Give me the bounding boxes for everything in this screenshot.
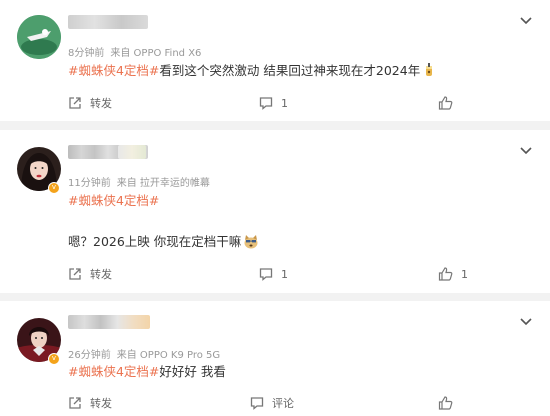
avatar[interactable] (17, 15, 61, 59)
repost-button[interactable]: 转发 (68, 393, 112, 413)
repost-button[interactable]: 转发 (68, 93, 112, 113)
chevron-down-icon[interactable] (519, 146, 533, 156)
feed-card: v 11分钟前 来自 拉开幸运的帷幕 #蜘蛛侠4定档# 嗯？2026上映 你现在定… (0, 130, 550, 293)
post-topic-line: #蜘蛛侠4定档# (68, 193, 159, 209)
topic-link[interactable]: #蜘蛛侠4定档# (68, 364, 159, 379)
comment-icon (250, 397, 264, 410)
repost-icon (69, 268, 81, 280)
drink-emoji-icon (422, 63, 436, 82)
post-content: 嗯？2026上映 你现在定档干嘛 (68, 234, 259, 253)
repost-label: 转发 (90, 97, 112, 110)
thumbs-up-icon (438, 396, 453, 410)
doge-emoji-icon (243, 234, 259, 253)
topic-link[interactable]: #蜘蛛侠4定档# (68, 193, 159, 208)
action-bar: 转发 评论 (0, 393, 550, 413)
repost-label: 转发 (90, 397, 112, 410)
post-text: 嗯？2026上映 你现在定档干嘛 (68, 234, 242, 249)
comment-button[interactable]: 1 (259, 264, 288, 284)
like-button[interactable]: 1 (438, 264, 468, 284)
thumbs-up-icon (438, 267, 453, 281)
comment-button[interactable]: 评论 (250, 393, 294, 413)
weibo-comment-feed: 8分钟前 来自 OPPO Find X6 #蜘蛛侠4定档#看到这个突然激动 结果回… (0, 0, 550, 416)
action-bar: 转发 1 (0, 93, 550, 113)
post-source: 来自 拉开幸运的帷幕 (116, 178, 210, 189)
post-time: 11分钟前 (68, 178, 111, 189)
post-meta: 8分钟前 来自 OPPO Find X6 (68, 44, 201, 59)
like-count: 1 (461, 267, 468, 281)
post-meta: 11分钟前 来自 拉开幸运的帷幕 (68, 174, 210, 189)
comment-icon (259, 97, 273, 110)
username-blurred[interactable] (68, 15, 148, 29)
repost-icon (69, 397, 81, 409)
post-content: #蜘蛛侠4定档#好好好 我看 (68, 364, 226, 380)
post-source: 来自 OPPO K9 Pro 5G (116, 350, 221, 361)
chevron-down-icon[interactable] (519, 16, 533, 26)
post-content: #蜘蛛侠4定档#看到这个突然激动 结果回过神来现在才2024年 (68, 63, 436, 82)
thumbs-up-icon (438, 96, 453, 110)
comment-count: 1 (281, 267, 288, 281)
verified-badge-icon: v (48, 353, 60, 365)
post-text: 看到这个突然激动 结果回过神来现在才2024年 (159, 63, 421, 78)
repost-icon (69, 97, 81, 109)
post-meta: 26分钟前 来自 OPPO K9 Pro 5G (68, 346, 220, 361)
comment-label: 评论 (272, 397, 294, 410)
feed-card: v 26分钟前 来自 OPPO K9 Pro 5G #蜘蛛侠4定档#好好好 我看 … (0, 301, 550, 416)
like-button[interactable] (438, 93, 461, 113)
comment-count: 1 (281, 96, 288, 110)
post-text: 好好好 我看 (159, 364, 226, 379)
action-bar: 转发 1 1 (0, 264, 550, 284)
username-blurred[interactable] (68, 315, 150, 329)
feed-card: 8分钟前 来自 OPPO Find X6 #蜘蛛侠4定档#看到这个突然激动 结果回… (0, 0, 550, 121)
post-time: 8分钟前 (68, 48, 105, 59)
like-button[interactable] (438, 393, 461, 413)
repost-button[interactable]: 转发 (68, 264, 112, 284)
post-source: 来自 OPPO Find X6 (110, 48, 202, 59)
user-title-blurred (118, 145, 146, 159)
chevron-down-icon[interactable] (519, 317, 533, 327)
verified-badge-icon: v (48, 182, 60, 194)
topic-link[interactable]: #蜘蛛侠4定档# (68, 63, 159, 78)
repost-label: 转发 (90, 268, 112, 281)
comment-button[interactable]: 1 (259, 93, 288, 113)
comment-icon (259, 268, 273, 281)
post-time: 26分钟前 (68, 350, 111, 361)
